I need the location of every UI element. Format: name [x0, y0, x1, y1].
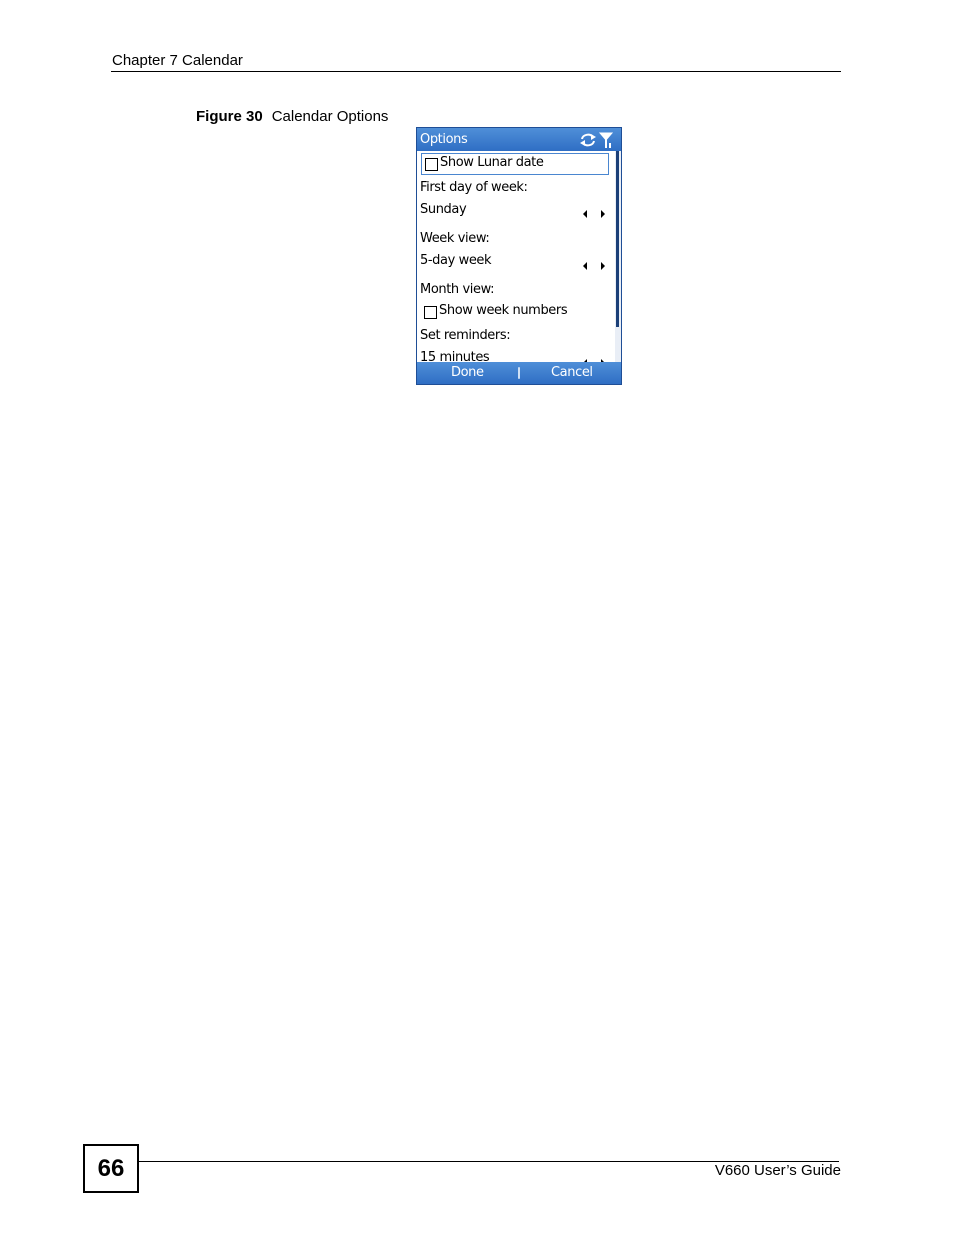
figure-title: Calendar Options: [271, 108, 389, 125]
checkbox-box[interactable]: [425, 158, 438, 171]
status-icons: [580, 132, 614, 148]
softkey-separator: [518, 367, 520, 379]
week-view-arrows[interactable]: [583, 260, 609, 272]
week-view-value: 5-day week: [420, 253, 492, 268]
sync-icon: [580, 133, 596, 147]
first-day-of-week-label: First day of week:: [420, 180, 528, 195]
first-day-of-week-picker[interactable]: Sunday: [420, 202, 610, 217]
set-reminders-label: Set reminders:: [420, 328, 511, 343]
set-reminders-picker[interactable]: 15 minutes: [420, 350, 610, 362]
figure-number: Figure 30: [196, 108, 263, 125]
chapter-header: Chapter 7 Calendar: [112, 52, 243, 69]
checkbox-box[interactable]: [424, 306, 437, 319]
month-view-label: Month view:: [420, 282, 495, 297]
arrow-left-icon[interactable]: [583, 262, 587, 270]
screen-title: Options: [420, 132, 468, 147]
scrollbar[interactable]: [615, 151, 621, 362]
guide-title: V660 User’s Guide: [714, 1162, 841, 1179]
options-list: Show Lunar date First day of week: Sunda…: [417, 151, 615, 362]
cancel-softkey[interactable]: Cancel: [551, 365, 593, 380]
week-view-picker[interactable]: 5-day week: [420, 253, 610, 268]
show-week-numbers-checkbox[interactable]: Show week numbers: [421, 302, 607, 322]
set-reminders-value: 15 minutes: [420, 350, 490, 362]
done-softkey[interactable]: Done: [451, 365, 484, 380]
first-day-arrows[interactable]: [583, 208, 609, 220]
scrollbar-thumb[interactable]: [616, 151, 619, 327]
calendar-options-screen: Options Show Lunar date First day of wee…: [416, 127, 622, 385]
week-view-label: Week view:: [420, 231, 490, 246]
figure-caption: Figure 30 Calendar Options: [196, 108, 388, 125]
signal-antenna-icon: [598, 132, 614, 148]
show-lunar-date-label: Show Lunar date: [440, 155, 544, 170]
arrow-right-icon[interactable]: [601, 210, 605, 218]
title-bar: Options: [417, 128, 621, 151]
arrow-left-icon[interactable]: [583, 210, 587, 218]
header-rule: [111, 71, 841, 72]
first-day-of-week-value: Sunday: [420, 202, 467, 217]
softkey-bar: Done Cancel: [417, 362, 621, 384]
arrow-right-icon[interactable]: [601, 262, 605, 270]
page-number: 66: [83, 1144, 139, 1193]
show-week-numbers-label: Show week numbers: [439, 303, 568, 318]
show-lunar-date-checkbox[interactable]: Show Lunar date: [421, 153, 609, 175]
